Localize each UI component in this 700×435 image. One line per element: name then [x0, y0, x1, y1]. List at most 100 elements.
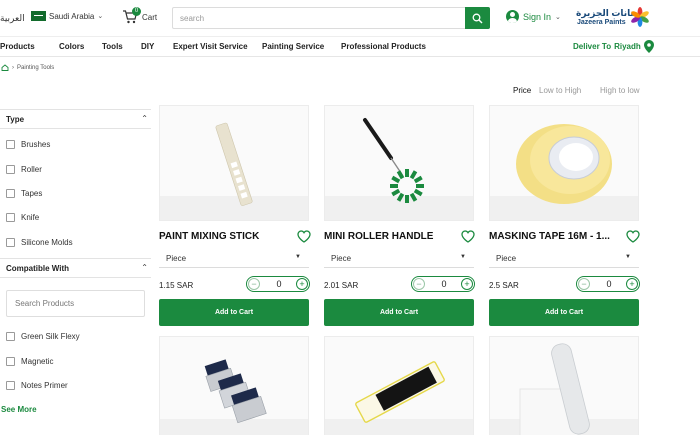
heart-icon[interactable] — [297, 230, 311, 243]
filter-compatible-header[interactable]: Compatible With ⌃ — [0, 258, 151, 278]
product-image-mini-roller-handle[interactable] — [324, 105, 474, 221]
main-nav: Products Colors Tools DIY Expert Visit S… — [0, 36, 700, 57]
filter-option-green-silk-flexy[interactable]: Green Silk Flexy — [6, 332, 80, 341]
unit-select-value: Piece — [331, 254, 352, 263]
filter-option-magnetic[interactable]: Magnetic — [6, 357, 53, 366]
search-bar — [172, 7, 490, 29]
logo-english-text: Jazeera Paints — [577, 19, 626, 26]
filter-search-field — [6, 290, 145, 317]
checkbox[interactable] — [6, 189, 15, 198]
checkbox[interactable] — [6, 381, 15, 390]
see-more-link[interactable]: See More — [1, 405, 37, 414]
quantity-stepper: − 0 + — [246, 276, 310, 292]
home-icon[interactable] — [1, 64, 9, 71]
decrease-quantity-button[interactable]: − — [413, 278, 425, 290]
decrease-quantity-button[interactable]: − — [578, 278, 590, 290]
filter-option-label: Notes Primer — [21, 381, 68, 390]
unit-select-value: Piece — [496, 254, 517, 263]
add-to-cart-button[interactable]: Add to Cart — [489, 299, 639, 326]
search-button[interactable] — [465, 7, 490, 29]
sort-high-to-low[interactable]: High to low — [600, 86, 640, 95]
filter-type-header[interactable]: Type ⌃ — [0, 109, 151, 129]
filter-option-knife[interactable]: Knife — [6, 213, 39, 222]
cart-button[interactable]: 0 Cart — [122, 7, 162, 29]
filter-option-label: Knife — [21, 213, 40, 222]
filter-option-label: Tapes — [21, 189, 43, 198]
squeegee-image — [325, 361, 473, 435]
product-image-paint-mixing-stick[interactable] — [159, 105, 309, 221]
filter-option-brushes[interactable]: Brushes — [6, 140, 50, 149]
unit-select[interactable]: Piece ▼ — [159, 250, 309, 268]
checkbox[interactable] — [6, 213, 15, 222]
filter-option-label: Roller — [21, 165, 42, 174]
quantity-value[interactable]: 0 — [430, 279, 458, 289]
filter-option-tapes[interactable]: Tapes — [6, 189, 42, 198]
breadcrumb-current: Painting Tools — [17, 64, 55, 71]
product-title[interactable]: MASKING TAPE 16M - 1... — [489, 231, 617, 242]
product-image-squeegee[interactable] — [324, 336, 474, 435]
nav-item-diy[interactable]: DIY — [141, 42, 154, 51]
heart-icon[interactable] — [461, 230, 475, 243]
chevron-down-icon: ⌄ — [97, 13, 104, 20]
checkbox[interactable] — [6, 165, 15, 174]
quantity-stepper: − 0 + — [411, 276, 475, 292]
product-price: 2.01 SAR — [324, 281, 359, 290]
search-icon — [472, 13, 483, 23]
filter-compatible-title: Compatible With — [6, 264, 70, 273]
filter-option-notes-primer[interactable]: Notes Primer — [6, 381, 68, 390]
filter-search-input[interactable] — [7, 291, 137, 316]
language-switch[interactable]: العربية — [0, 13, 25, 24]
quantity-value[interactable]: 0 — [595, 279, 623, 289]
roller-refill-image — [490, 343, 638, 435]
checkbox[interactable] — [6, 357, 15, 366]
logo-mark-icon — [631, 7, 649, 27]
product-title[interactable]: MINI ROLLER HANDLE — [324, 231, 452, 242]
sort-low-to-high[interactable]: Low to High — [539, 86, 581, 95]
location-pin-icon — [643, 40, 654, 53]
filter-option-silicone-molds[interactable]: Silicone Molds — [6, 238, 73, 247]
quantity-stepper: − 0 + — [576, 276, 640, 292]
scraper-set-image — [160, 359, 308, 435]
unit-select[interactable]: Piece ▼ — [489, 250, 639, 268]
chevron-down-icon: ⌄ — [555, 13, 561, 21]
increase-quantity-button[interactable]: + — [296, 278, 308, 290]
cart-label: Cart — [142, 13, 158, 22]
search-input[interactable] — [173, 8, 463, 29]
masking-tape-image — [490, 124, 638, 220]
jazeera-paints-logo[interactable]: دهانات الجزيرة Jazeera Paints — [576, 6, 696, 32]
unit-select-value: Piece — [166, 254, 187, 263]
product-image-masking-tape[interactable] — [489, 105, 639, 221]
increase-quantity-button[interactable]: + — [461, 278, 473, 290]
filter-type-title: Type — [6, 115, 25, 124]
product-image-scraper-set[interactable] — [159, 336, 309, 435]
add-to-cart-button[interactable]: Add to Cart — [324, 299, 474, 326]
product-image-roller-refill[interactable] — [489, 336, 639, 435]
heart-icon[interactable] — [626, 230, 640, 243]
paint-mixing-stick-image — [160, 122, 308, 220]
nav-item-expert-visit[interactable]: Expert Visit Service — [173, 42, 248, 51]
sign-in-button[interactable]: Sign In ⌄ — [506, 10, 561, 23]
top-header: العربية Saudi Arabia ⌄ 0 Cart Sign In ⌄ … — [0, 0, 700, 36]
checkbox[interactable] — [6, 332, 15, 341]
decrease-quantity-button[interactable]: − — [248, 278, 260, 290]
quantity-value[interactable]: 0 — [265, 279, 293, 289]
chevron-up-icon: ⌃ — [141, 263, 148, 272]
saudi-flag-icon — [31, 11, 46, 21]
region-selector[interactable]: Saudi Arabia ⌄ — [31, 11, 103, 21]
nav-item-tools[interactable]: Tools — [102, 42, 123, 51]
nav-item-products[interactable]: Products — [0, 42, 35, 51]
checkbox[interactable] — [6, 238, 15, 247]
nav-item-painting-service[interactable]: Painting Service — [262, 42, 324, 51]
checkbox[interactable] — [6, 140, 15, 149]
increase-quantity-button[interactable]: + — [626, 278, 638, 290]
nav-item-professional-products[interactable]: Professional Products — [341, 42, 426, 51]
product-price: 1.15 SAR — [159, 281, 194, 290]
nav-item-colors[interactable]: Colors — [59, 42, 84, 51]
unit-select[interactable]: Piece ▼ — [324, 250, 474, 268]
deliver-to-selector[interactable]: Deliver To Riyadh — [573, 40, 654, 53]
filter-option-label: Green Silk Flexy — [21, 332, 80, 341]
add-to-cart-button[interactable]: Add to Cart — [159, 299, 309, 326]
filter-option-label: Brushes — [21, 140, 51, 149]
product-title[interactable]: PAINT MIXING STICK — [159, 231, 287, 242]
filter-option-roller[interactable]: Roller — [6, 165, 42, 174]
